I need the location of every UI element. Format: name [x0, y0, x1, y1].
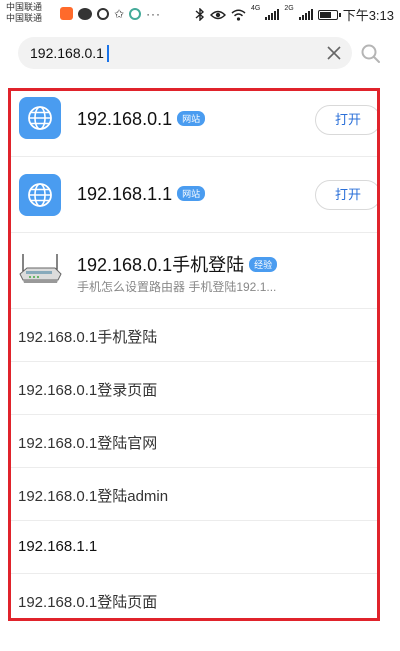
clear-icon[interactable]	[326, 45, 342, 61]
star-icon: ✩	[114, 6, 125, 21]
bluetooth-icon	[195, 8, 205, 21]
site-suggestion-1[interactable]: 192.168.0.1 网站 打开	[11, 91, 377, 157]
query-text-4: 192.168.0.1登陆admin	[18, 488, 169, 505]
query-text-2: 192.168.0.1登录页面	[18, 382, 158, 399]
taobao-icon	[60, 7, 73, 20]
system-icons: 4G 2G 下午3:13	[195, 5, 394, 24]
site-title-2: 192.168.1.1 网站	[77, 184, 206, 205]
search-input[interactable]	[30, 37, 310, 69]
signal-icon-2	[298, 9, 313, 20]
signal-icon	[265, 9, 280, 20]
carrier-2: 中国联通	[6, 13, 43, 23]
clock: 下午3:13	[342, 8, 394, 23]
eye-icon	[210, 10, 226, 19]
experience-title-text: 192.168.0.1手机登陆	[77, 255, 245, 275]
open-button-1[interactable]: 打开	[315, 105, 377, 135]
carrier-labels: 中国联通 中国联通	[6, 2, 42, 24]
query-suggestion-6[interactable]: 192.168.0.1登陆页面	[11, 574, 377, 618]
query-suggestion-5[interactable]: 192.168.1.1	[11, 521, 377, 574]
suggestion-list: 192.168.0.1 网站 打开 192.168.1.1 网站 打开 192.…	[8, 88, 380, 621]
more-dots-icon: ···	[146, 6, 162, 21]
o-app-icon	[129, 7, 142, 20]
site-tag-2: 网站	[177, 186, 206, 201]
wifi-icon	[231, 9, 246, 21]
query-suggestion-4[interactable]: 192.168.0.1登陆admin	[11, 468, 377, 521]
settings-icon	[97, 7, 109, 20]
query-text-6: 192.168.0.1登陆页面	[18, 594, 158, 611]
open-button-2[interactable]: 打开	[315, 180, 377, 210]
experience-tag: 经验	[249, 257, 278, 272]
router-thumbnail	[19, 254, 62, 283]
site-suggestion-2[interactable]: 192.168.1.1 网站 打开	[11, 157, 377, 233]
globe-icon	[19, 174, 61, 216]
experience-title: 192.168.0.1手机登陆 经验	[77, 251, 278, 277]
site-url-1: 192.168.0.1	[77, 109, 173, 129]
wechat-icon	[78, 7, 92, 20]
site-tag-1: 网站	[177, 111, 206, 126]
query-text-1: 192.168.0.1手机登陆	[18, 329, 158, 346]
text-caret	[107, 45, 109, 62]
query-suggestion-3[interactable]: 192.168.0.1登陆官网	[11, 415, 377, 468]
battery-icon	[317, 9, 341, 20]
carrier-1: 中国联通	[6, 2, 43, 12]
site-url-2: 192.168.1.1	[77, 184, 173, 204]
network-type-2: 2G	[284, 5, 294, 12]
query-suggestion-2[interactable]: 192.168.0.1登录页面	[11, 362, 377, 415]
search-icon[interactable]	[360, 43, 382, 65]
notification-icons: ✩ ···	[60, 7, 161, 20]
globe-icon	[19, 97, 61, 139]
query-text-5: 192.168.1.1	[18, 538, 98, 555]
search-bar	[18, 37, 352, 69]
experience-suggestion[interactable]: 192.168.0.1手机登陆 经验 手机怎么设置路由器 手机登陆192.1...	[11, 233, 377, 309]
experience-subtitle: 手机怎么设置路由器 手机登陆192.1...	[77, 280, 277, 294]
query-text-3: 192.168.0.1登陆官网	[18, 435, 158, 452]
query-suggestion-1[interactable]: 192.168.0.1手机登陆	[11, 309, 377, 362]
status-bar: 中国联通 中国联通 ✩ ··· 4G 2G 下午3:13	[0, 0, 400, 28]
site-title-1: 192.168.0.1 网站	[77, 109, 206, 130]
network-type-1: 4G	[251, 5, 261, 12]
